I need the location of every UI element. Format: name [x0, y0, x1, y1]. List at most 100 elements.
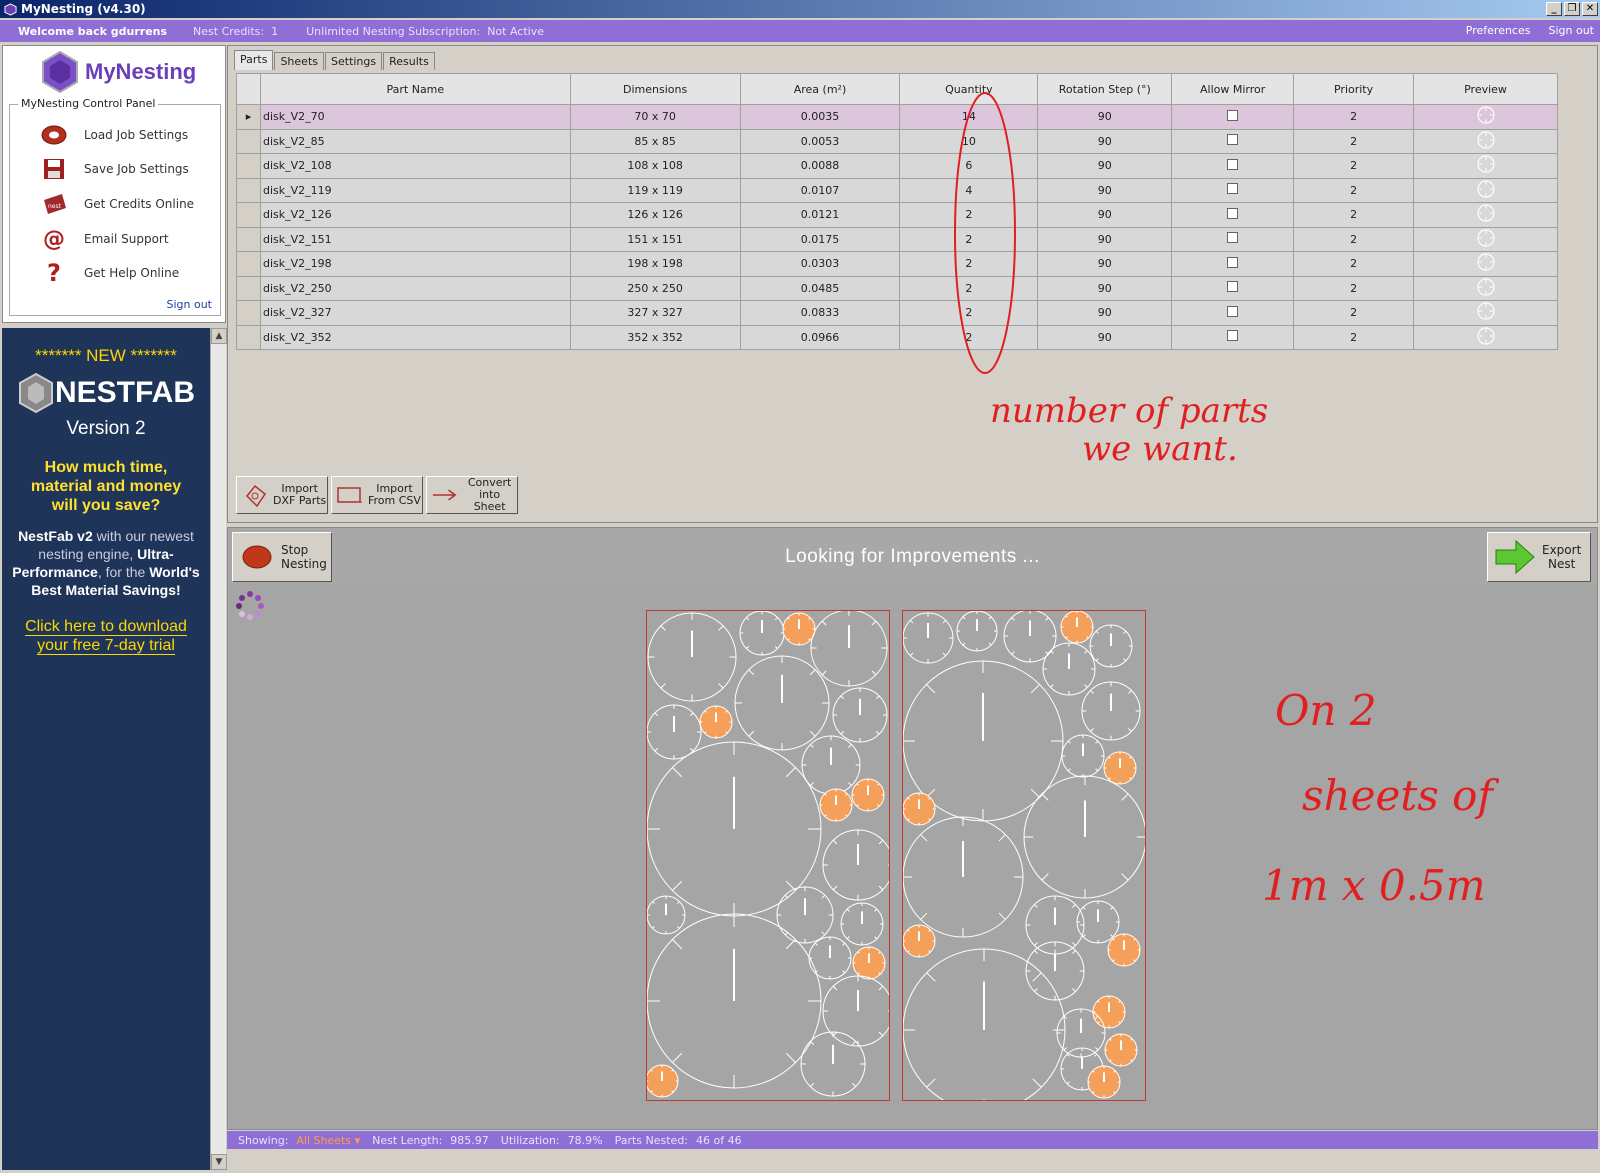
nested-part[interactable] — [1081, 681, 1141, 741]
table-row[interactable]: disk_V2_250 250 x 250 0.0485 2 90 2 — [236, 275, 1558, 301]
table-row[interactable]: disk_V2_126 126 x 126 0.0121 2 90 2 — [236, 202, 1558, 228]
priority-cell[interactable]: 2 — [1293, 177, 1415, 203]
dimensions-cell[interactable]: 151 x 151 — [569, 226, 741, 252]
nested-small-part[interactable] — [1087, 1065, 1121, 1099]
col-rotation[interactable]: Rotation Step (°) — [1037, 73, 1173, 105]
allow-mirror-cell[interactable] — [1171, 128, 1295, 154]
nestfab-ad[interactable]: ******* NEW ******* NESTFAB Version 2 Ho… — [2, 328, 210, 1170]
area-cell[interactable]: 0.0035 — [739, 104, 901, 130]
priority-cell[interactable]: 2 — [1293, 153, 1415, 179]
col-mirror[interactable]: Allow Mirror — [1171, 73, 1295, 105]
showing-select[interactable]: All Sheets ▾ — [296, 1134, 360, 1147]
dimensions-cell[interactable]: 108 x 108 — [569, 153, 741, 179]
table-row[interactable]: ▸ disk_V2_70 70 x 70 0.0035 14 90 2 — [236, 104, 1558, 130]
ad-scrollbar[interactable]: ▲ ▼ — [210, 328, 227, 1170]
nested-part[interactable] — [739, 610, 785, 656]
part-name-cell[interactable]: disk_V2_327 — [259, 300, 571, 326]
quantity-cell[interactable]: 2 — [899, 300, 1039, 326]
convert-into-sheet-button[interactable]: Convert into Sheet — [426, 476, 518, 514]
tab-settings[interactable]: Settings — [325, 52, 383, 70]
nested-part[interactable] — [1076, 900, 1120, 944]
rotation-cell[interactable]: 90 — [1037, 153, 1173, 179]
area-cell[interactable]: 0.0053 — [739, 128, 901, 154]
quantity-cell[interactable]: 2 — [899, 251, 1039, 277]
area-cell[interactable]: 0.0121 — [739, 202, 901, 228]
email-support[interactable]: @ Email Support — [40, 225, 169, 253]
priority-cell[interactable]: 2 — [1293, 251, 1415, 277]
nested-small-part[interactable] — [902, 792, 936, 826]
dimensions-cell[interactable]: 352 x 352 — [569, 324, 741, 350]
tab-parts[interactable]: Parts — [234, 50, 274, 70]
get-credits-online[interactable]: nest Get Credits Online — [40, 190, 194, 218]
nested-small-part[interactable] — [699, 705, 733, 739]
nested-small-part[interactable] — [1103, 751, 1137, 785]
nested-part[interactable] — [1023, 775, 1147, 899]
allow-mirror-checkbox[interactable] — [1227, 134, 1239, 146]
allow-mirror-checkbox[interactable] — [1227, 207, 1239, 219]
priority-cell[interactable]: 2 — [1293, 104, 1415, 130]
allow-mirror-checkbox[interactable] — [1227, 232, 1239, 244]
quantity-cell[interactable]: 2 — [899, 226, 1039, 252]
allow-mirror-checkbox[interactable] — [1227, 281, 1239, 293]
allow-mirror-checkbox[interactable] — [1227, 183, 1239, 195]
table-row[interactable]: disk_V2_352 352 x 352 0.0966 2 90 2 — [236, 324, 1558, 350]
panel-signout-link[interactable]: Sign out — [166, 298, 212, 311]
rotation-cell[interactable]: 90 — [1037, 251, 1173, 277]
nested-small-part[interactable] — [851, 778, 885, 812]
dimensions-cell[interactable]: 250 x 250 — [569, 275, 741, 301]
allow-mirror-checkbox[interactable] — [1227, 256, 1239, 268]
import-dxf-button[interactable]: Import DXF Parts — [236, 476, 328, 514]
rotation-cell[interactable]: 90 — [1037, 226, 1173, 252]
nested-small-part[interactable] — [1107, 933, 1141, 967]
part-name-cell[interactable]: disk_V2_151 — [259, 226, 571, 252]
nested-part[interactable] — [646, 704, 702, 760]
nested-part[interactable] — [800, 1031, 866, 1097]
nested-part[interactable] — [810, 609, 888, 687]
rotation-cell[interactable]: 90 — [1037, 202, 1173, 228]
allow-mirror-checkbox[interactable] — [1227, 305, 1239, 317]
nested-small-part[interactable] — [819, 788, 853, 822]
rotation-cell[interactable]: 90 — [1037, 324, 1173, 350]
part-name-cell[interactable]: disk_V2_119 — [259, 177, 571, 203]
dimensions-cell[interactable]: 70 x 70 — [569, 104, 741, 130]
col-preview[interactable]: Preview — [1413, 73, 1558, 105]
rotation-cell[interactable]: 90 — [1037, 128, 1173, 154]
allow-mirror-cell[interactable] — [1171, 177, 1295, 203]
part-name-cell[interactable]: disk_V2_250 — [259, 275, 571, 301]
table-row[interactable]: disk_V2_151 151 x 151 0.0175 2 90 2 — [236, 226, 1558, 252]
area-cell[interactable]: 0.0088 — [739, 153, 901, 179]
part-name-cell[interactable]: disk_V2_108 — [259, 153, 571, 179]
close-button[interactable]: ✕ — [1582, 2, 1598, 16]
nested-part[interactable] — [956, 610, 998, 652]
table-row[interactable]: disk_V2_85 85 x 85 0.0053 10 90 2 — [236, 128, 1558, 154]
rotation-cell[interactable]: 90 — [1037, 177, 1173, 203]
minimize-button[interactable]: _ — [1546, 2, 1562, 16]
col-priority[interactable]: Priority — [1293, 73, 1415, 105]
nested-part[interactable] — [801, 735, 861, 795]
part-name-cell[interactable]: disk_V2_70 — [259, 104, 571, 130]
nested-small-part[interactable] — [902, 924, 936, 958]
allow-mirror-cell[interactable] — [1171, 202, 1295, 228]
area-cell[interactable]: 0.0485 — [739, 275, 901, 301]
import-csv-button[interactable]: Import From CSV — [331, 476, 423, 514]
dimensions-cell[interactable]: 85 x 85 — [569, 128, 741, 154]
allow-mirror-checkbox[interactable] — [1227, 330, 1239, 342]
col-quantity[interactable]: Quantity — [899, 73, 1039, 105]
nested-part[interactable] — [1056, 1008, 1106, 1058]
rotation-cell[interactable]: 90 — [1037, 104, 1173, 130]
save-job-settings[interactable]: Save Job Settings — [40, 155, 189, 183]
nested-small-part[interactable] — [645, 1064, 679, 1098]
allow-mirror-cell[interactable] — [1171, 275, 1295, 301]
nested-small-part[interactable] — [852, 946, 886, 980]
tab-results[interactable]: Results — [383, 52, 435, 70]
nested-part[interactable] — [840, 902, 884, 946]
nested-small-part[interactable] — [1060, 610, 1094, 644]
nested-small-part[interactable] — [1092, 995, 1126, 1029]
priority-cell[interactable]: 2 — [1293, 226, 1415, 252]
rotation-cell[interactable]: 90 — [1037, 300, 1173, 326]
part-name-cell[interactable]: disk_V2_85 — [259, 128, 571, 154]
quantity-cell[interactable]: 2 — [899, 275, 1039, 301]
area-cell[interactable]: 0.0303 — [739, 251, 901, 277]
nested-part[interactable] — [822, 829, 894, 901]
allow-mirror-cell[interactable] — [1171, 226, 1295, 252]
